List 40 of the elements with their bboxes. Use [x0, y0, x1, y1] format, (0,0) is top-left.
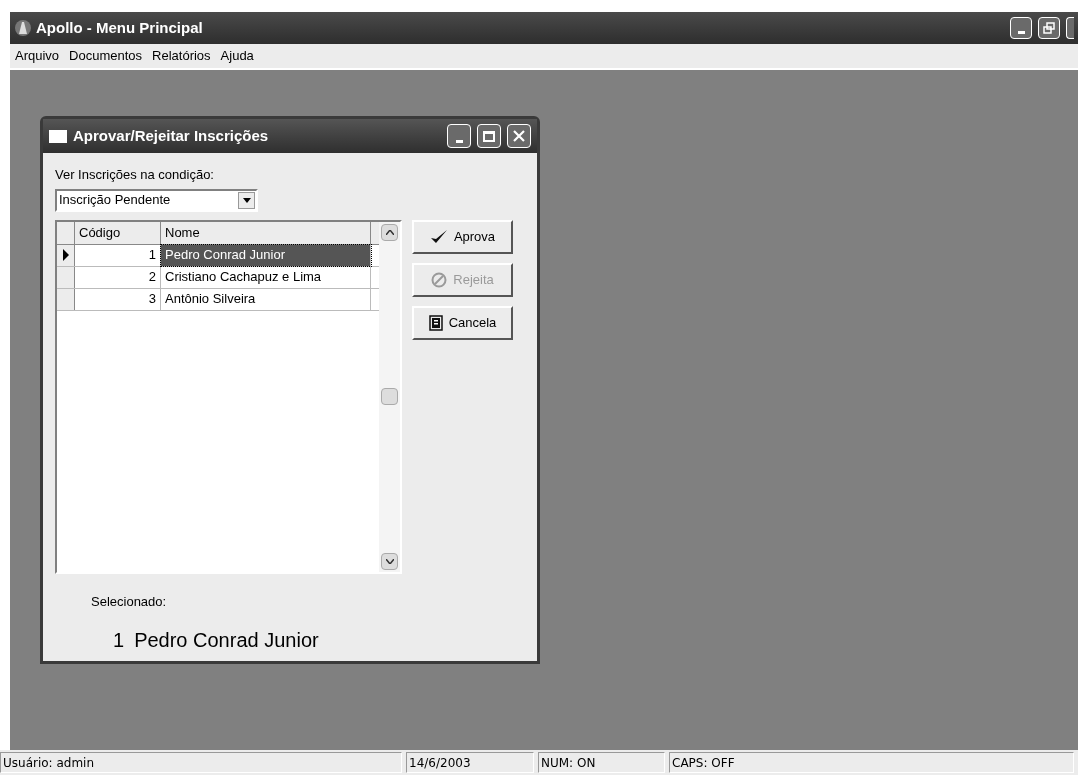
window-icon: [49, 129, 67, 143]
status-panel: CAPS: OFF: [669, 752, 1074, 773]
menu-item[interactable]: Relatórios: [152, 46, 211, 66]
scroll-down-icon[interactable]: [381, 552, 398, 570]
selected-label: Selecionado:: [91, 592, 168, 611]
table-cell[interactable]: Cristiano Cachapuz e Lima: [161, 266, 371, 288]
selected-code: 1: [113, 628, 125, 653]
table-cell[interactable]: Pedro Conrad Junior: [161, 244, 371, 266]
scroll-up-icon[interactable]: [381, 223, 398, 241]
vertical-scrollbar[interactable]: [379, 221, 400, 572]
menu-item[interactable]: Documentos: [69, 46, 143, 66]
status-panel: 14/6/2003: [406, 752, 534, 773]
scroll-thumb[interactable]: [381, 388, 398, 405]
close-icon: [513, 130, 525, 142]
approve-button[interactable]: Aprova: [412, 219, 513, 254]
status-panel: NUM: ON: [538, 752, 665, 773]
app-logo-icon: [14, 19, 32, 37]
menu-item[interactable]: Ajuda: [220, 46, 254, 66]
window-title: Apollo - Menu Principal: [36, 17, 203, 38]
maximize-button[interactable]: [477, 124, 501, 148]
restore-button[interactable]: [1038, 17, 1060, 39]
minimize-button[interactable]: [1010, 17, 1032, 39]
dialog-title: Aprovar/Rejeitar Inscrições: [73, 125, 269, 146]
check-icon: [429, 228, 448, 245]
table-cell: 2: [75, 266, 161, 288]
cancel-button[interactable]: Cancela: [412, 305, 513, 340]
column-header: Nome: [161, 221, 371, 244]
restore-icon: [1043, 22, 1055, 34]
minimize-button[interactable]: [447, 124, 471, 148]
menu-item[interactable]: Arquivo: [15, 46, 60, 66]
current-row-icon: [62, 249, 69, 261]
selected-name: Pedro Conrad Junior: [134, 628, 319, 653]
no-entry-icon: [431, 271, 448, 288]
condition-dropdown[interactable]: Inscrição Pendente: [55, 188, 258, 212]
door-icon: [428, 314, 443, 331]
status-panel: Usuário: admin: [0, 752, 402, 773]
table-cell[interactable]: Antônio Silveira: [161, 288, 371, 310]
table-cell: 3: [75, 288, 161, 310]
column-header: Código: [75, 221, 161, 244]
filter-label: Ver Inscrições na condição:: [55, 166, 215, 184]
